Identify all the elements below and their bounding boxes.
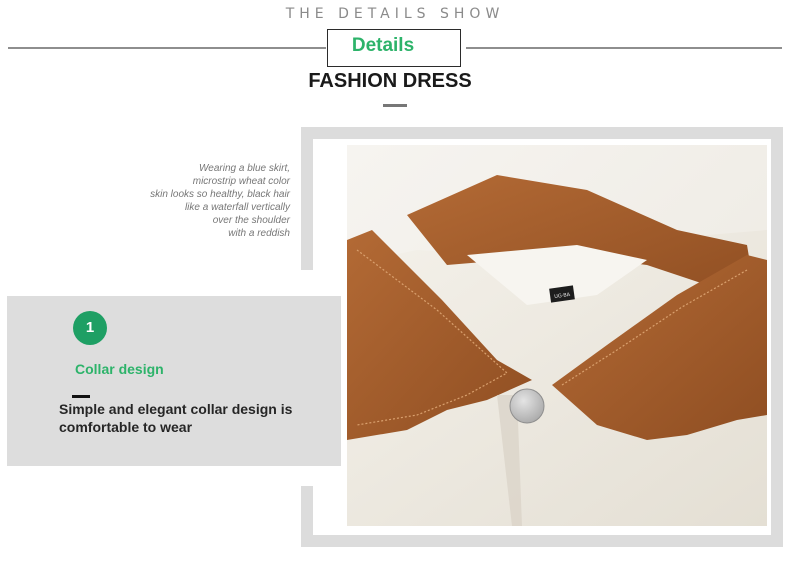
feature-title: Collar design	[75, 361, 164, 377]
photo-frame-left-upper	[301, 127, 313, 270]
headline-divider	[383, 104, 407, 107]
section-top-title: THE DETAILS SHOW	[285, 6, 505, 22]
photo-frame-top	[301, 127, 783, 139]
feature-description: Simple and elegant collar design is comf…	[59, 401, 293, 435]
photo-frame-bottom	[301, 535, 783, 547]
header-rule-right	[466, 47, 782, 49]
description-line: with a reddish	[228, 228, 290, 239]
feature-number-badge: 1	[73, 311, 107, 345]
description-line: Wearing a blue skirt,	[199, 163, 290, 174]
description-line: skin looks so healthy, black hair	[150, 189, 290, 200]
details-badge-label: Details	[351, 35, 415, 56]
shirt-button	[509, 388, 545, 424]
feature-divider	[72, 395, 90, 398]
photo-frame-left-lower	[301, 486, 313, 547]
product-description: Wearing a blue skirt, microstrip wheat c…	[100, 162, 290, 240]
description-line: over the shoulder	[212, 215, 290, 226]
page-headline: FASHION DRESS	[308, 70, 472, 92]
description-line: like a waterfall vertically	[184, 202, 290, 213]
collar-photo: UG·BA	[347, 145, 767, 526]
feature-panel	[7, 296, 341, 466]
description-line: microstrip wheat color	[192, 176, 290, 187]
photo-frame-right	[771, 127, 783, 547]
header-rule-left	[8, 47, 326, 49]
